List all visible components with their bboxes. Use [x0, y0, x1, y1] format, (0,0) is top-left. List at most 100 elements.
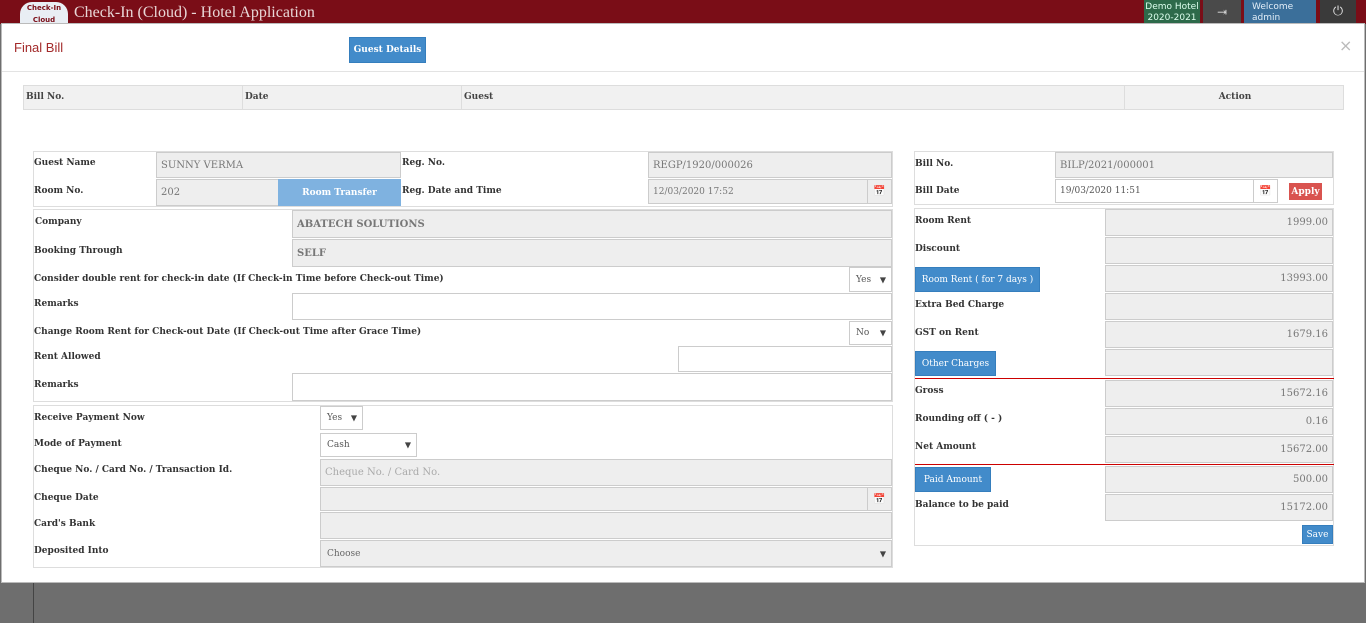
rent-allowed-label: Rent Allowed: [34, 352, 101, 362]
gross-field[interactable]: 15672.16: [1105, 380, 1333, 407]
remarks-label: Remarks: [34, 380, 79, 390]
booking-through-field[interactable]: SELF: [292, 239, 892, 267]
apply-button[interactable]: Apply: [1289, 183, 1322, 200]
deposited-into-select[interactable]: Choose ▼: [320, 540, 892, 567]
total-divider: [915, 464, 1334, 465]
modal-header: Final Bill Guest Details ×: [2, 24, 1364, 72]
payment-mode-select[interactable]: Cash ▼: [320, 433, 417, 457]
reg-date-value: 12/03/2020 17:52: [653, 186, 734, 197]
guest-name-field[interactable]: SUNNY VERMA: [156, 152, 401, 178]
booking-through-label: Booking Through: [34, 246, 123, 256]
cheque-date-label: Cheque Date: [34, 493, 99, 503]
guest-name-label: Guest Name: [34, 158, 96, 168]
modal-title: Final Bill: [14, 40, 64, 55]
bill-date-value: 19/03/2020 11:51: [1060, 186, 1141, 196]
calendar-icon[interactable]: 📅: [867, 180, 891, 203]
net-amount-field[interactable]: 15672.00: [1105, 436, 1333, 463]
final-bill-modal: Final Bill Guest Details × Bill No. Date…: [1, 23, 1365, 583]
background-divider: [33, 583, 34, 623]
col-separator: [242, 86, 243, 109]
receive-payment-select[interactable]: Yes ▼: [320, 406, 363, 430]
hotel-name: Demo Hotel: [1145, 2, 1199, 12]
chevron-down-icon: ▼: [879, 275, 886, 284]
payment-mode-value: Cash: [327, 440, 350, 450]
paid-amount-button[interactable]: Paid Amount: [915, 467, 991, 492]
extra-bed-field[interactable]: [1105, 293, 1333, 320]
bill-no-field[interactable]: BILP/2021/000001: [1055, 152, 1333, 178]
chevron-down-icon: ▼: [404, 440, 411, 450]
cheque-no-label: Cheque No. / Card No. / Transaction Id.: [34, 465, 233, 475]
room-no-label: Room No.: [34, 186, 84, 196]
rounding-label: Rounding off ( - ): [915, 414, 1003, 424]
hotel-badge[interactable]: Demo Hotel 2020-2021: [1144, 0, 1200, 24]
rent-allowed-input[interactable]: [678, 346, 892, 372]
discount-label: Discount: [915, 244, 961, 254]
bill-no-label: Bill No.: [915, 159, 954, 169]
remarks-input-2[interactable]: [292, 373, 892, 401]
net-amount-label: Net Amount: [915, 442, 976, 452]
cheque-no-input[interactable]: Cheque No. / Card No.: [320, 459, 892, 486]
col-separator: [461, 86, 462, 109]
gst-label: GST on Rent: [915, 328, 979, 338]
room-no-field[interactable]: 202: [156, 179, 279, 206]
room-transfer-button[interactable]: Room Transfer: [278, 179, 401, 206]
gross-label: Gross: [915, 386, 944, 396]
welcome-text: Welcome: [1252, 2, 1294, 12]
calendar-icon[interactable]: 📅: [1253, 180, 1277, 202]
reg-no-field[interactable]: REGP/1920/000026: [648, 152, 892, 178]
company-field[interactable]: ABATECH SOLUTIONS: [292, 210, 892, 238]
other-charges-field[interactable]: [1105, 349, 1333, 376]
remarks-input[interactable]: [292, 293, 892, 320]
bill-list-header: Bill No. Date Guest Action: [23, 85, 1344, 110]
room-rent-days-button[interactable]: Room Rent ( for 7 days ): [915, 267, 1040, 292]
power-icon[interactable]: ⏻: [1320, 0, 1356, 24]
app-title: Check-In (Cloud) - Hotel Application: [74, 4, 315, 21]
change-rent-label: Change Room Rent for Check-out Date (If …: [34, 327, 422, 337]
rounding-field[interactable]: 0.16: [1105, 408, 1333, 435]
bill-date-field[interactable]: 19/03/2020 11:51 📅: [1055, 179, 1278, 203]
room-rent-total-field[interactable]: 13993.00: [1105, 265, 1333, 292]
cards-bank-label: Card's Bank: [34, 519, 96, 529]
chevron-down-icon: ▼: [350, 413, 357, 423]
balance-label: Balance to be paid: [915, 500, 1009, 510]
receive-payment-value: Yes: [327, 413, 343, 423]
calendar-icon[interactable]: 📅: [867, 488, 891, 510]
room-rent-label: Room Rent: [915, 216, 972, 226]
company-label: Company: [35, 217, 82, 227]
background-page: [0, 583, 1366, 623]
col-action: Action: [1218, 92, 1252, 102]
cheque-date-field[interactable]: 📅: [320, 487, 892, 511]
gst-field[interactable]: 1679.16: [1105, 321, 1333, 348]
payment-mode-label: Mode of Payment: [34, 439, 122, 449]
col-bill-no: Bill No.: [26, 92, 65, 102]
bill-date-label: Bill Date: [915, 186, 960, 196]
close-icon[interactable]: ×: [1339, 36, 1352, 55]
other-charges-button[interactable]: Other Charges: [915, 351, 996, 376]
remarks-label: Remarks: [34, 299, 79, 309]
reg-date-label: Reg. Date and Time: [402, 186, 502, 196]
chevron-down-icon: ▼: [879, 328, 886, 338]
chevron-down-icon: ▼: [879, 549, 886, 558]
discount-field[interactable]: [1105, 237, 1333, 264]
room-rent-field[interactable]: 1999.00: [1105, 209, 1333, 236]
reg-date-field[interactable]: 12/03/2020 17:52 📅: [648, 179, 892, 204]
extra-bed-label: Extra Bed Charge: [915, 300, 1005, 310]
deposited-into-value: Choose: [327, 548, 361, 559]
paid-amount-field[interactable]: 500.00: [1105, 466, 1333, 493]
double-rent-value: Yes: [856, 274, 872, 285]
app-logo: Check-In Cloud: [20, 2, 68, 24]
col-guest: Guest: [464, 92, 494, 102]
change-rent-value: No: [856, 328, 870, 338]
guest-details-button[interactable]: Guest Details: [349, 37, 426, 63]
sign-out-icon[interactable]: ⇥: [1203, 0, 1241, 24]
col-date: Date: [245, 92, 269, 102]
save-button[interactable]: Save: [1302, 525, 1333, 544]
balance-field[interactable]: 15172.00: [1105, 494, 1333, 521]
double-rent-label: Consider double rent for check-in date (…: [34, 274, 444, 284]
double-rent-select[interactable]: Yes ▼: [849, 267, 892, 292]
welcome-badge[interactable]: Welcome admin (Demo): [1244, 0, 1316, 34]
subtotal-divider: [915, 378, 1334, 379]
change-rent-select[interactable]: No ▼: [849, 321, 892, 345]
app-header: Check-In Cloud Check-In (Cloud) - Hotel …: [0, 0, 1366, 34]
cards-bank-field[interactable]: [320, 512, 892, 539]
